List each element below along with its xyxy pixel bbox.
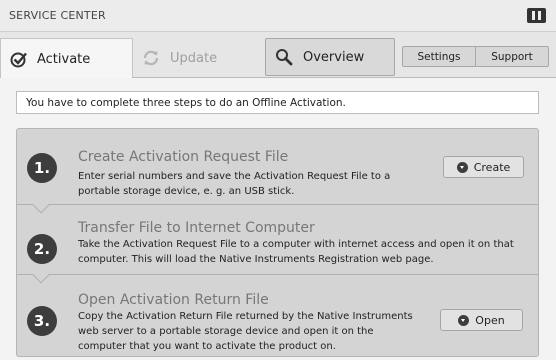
tab-update[interactable]: Update bbox=[133, 38, 265, 78]
tab-overview-label: Overview bbox=[303, 49, 365, 65]
step-3-title: Open Activation Return File bbox=[78, 292, 269, 308]
step-1-number: 1. bbox=[27, 153, 57, 183]
step-2-description: Take the Activation Request File to a co… bbox=[78, 239, 514, 265]
create-button[interactable]: Create bbox=[443, 156, 524, 178]
step-3-description: Copy the Activation Return File returned… bbox=[78, 311, 413, 352]
step-2-title: Transfer File to Internet Computer bbox=[78, 220, 315, 236]
window-title: SERVICE CENTER bbox=[9, 9, 106, 22]
open-button-label: Open bbox=[475, 313, 505, 327]
step-1-description: Enter serial numbers and save the Activa… bbox=[78, 171, 391, 197]
step-3: 3. Open Activation Return File Copy the … bbox=[17, 275, 538, 356]
refresh-icon bbox=[143, 50, 159, 66]
steps-panel: 1. Create Activation Request File Enter … bbox=[16, 128, 539, 357]
ni-logo-icon bbox=[527, 8, 546, 23]
title-bar: SERVICE CENTER bbox=[0, 0, 556, 32]
tab-activate-label: Activate bbox=[37, 51, 91, 67]
tab-activate[interactable]: Activate bbox=[0, 38, 133, 79]
down-arrow-icon bbox=[458, 314, 470, 326]
header-button-group: Settings Support bbox=[402, 46, 549, 67]
step-2-number: 2. bbox=[27, 234, 57, 264]
offline-activation-notice: You have to complete three steps to do a… bbox=[16, 91, 539, 114]
settings-button[interactable]: Settings bbox=[403, 47, 475, 66]
checkmark-icon bbox=[10, 52, 27, 67]
step-1-title: Create Activation Request File bbox=[78, 149, 289, 165]
step-3-number: 3. bbox=[27, 306, 57, 336]
open-button[interactable]: Open bbox=[440, 309, 523, 331]
create-button-label: Create bbox=[473, 160, 511, 174]
support-button[interactable]: Support bbox=[475, 47, 548, 66]
step-1: 1. Create Activation Request File Enter … bbox=[17, 129, 538, 214]
down-arrow-icon bbox=[456, 161, 468, 173]
tab-overview[interactable]: Overview bbox=[265, 38, 395, 76]
step-2: 2. Transfer File to Internet Computer Ta… bbox=[17, 205, 538, 284]
tab-update-label: Update bbox=[170, 50, 218, 66]
magnifier-icon bbox=[276, 49, 293, 66]
